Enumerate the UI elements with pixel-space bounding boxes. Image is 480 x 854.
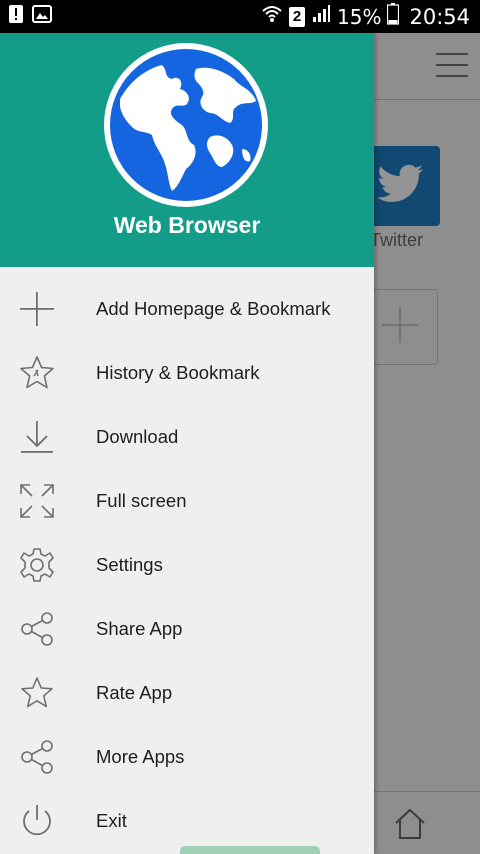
menu-item-label: Share App: [96, 618, 183, 639]
status-bar-right: 2 15% 20:54: [261, 3, 470, 30]
image-icon: [32, 5, 52, 28]
menu-item-history-bookmark[interactable]: History & Bookmark: [0, 341, 374, 405]
gear-icon: [18, 546, 56, 584]
menu-item-download[interactable]: Download: [0, 405, 374, 469]
share-icon: [18, 738, 56, 776]
menu-item-label: Full screen: [96, 490, 187, 511]
menu-item-more-apps[interactable]: More Apps: [0, 725, 374, 789]
battery-percent: 15%: [337, 4, 382, 29]
share-icon: [18, 610, 56, 648]
drawer-header: Web Browser: [0, 33, 374, 267]
download-icon: [18, 418, 56, 456]
star-history-icon: [18, 354, 56, 392]
clock: 20:54: [409, 4, 470, 29]
menu-item-label: Add Homepage & Bookmark: [96, 298, 331, 319]
signal-icon: [311, 4, 331, 29]
globe-logo-icon: [102, 41, 270, 209]
battery-icon: [387, 3, 400, 30]
menu-item-label: Exit: [96, 810, 127, 831]
sim-slot-badge: 2: [289, 6, 306, 27]
menu-item-add-homepage-bookmark[interactable]: Add Homepage & Bookmark: [0, 277, 374, 341]
power-icon: [18, 802, 56, 840]
menu-item-label: Download: [96, 426, 179, 447]
menu-item-exit[interactable]: Exit: [0, 789, 374, 853]
navigation-drawer: Web Browser Add Homepage & Bookmark Hist…: [0, 33, 374, 854]
fullscreen-icon: [18, 482, 56, 520]
alert-icon: [8, 4, 24, 29]
menu-item-label: More Apps: [96, 746, 185, 767]
app-name: Web Browser: [113, 212, 261, 238]
menu-item-share-app[interactable]: Share App: [0, 597, 374, 661]
menu-item-settings[interactable]: Settings: [0, 533, 374, 597]
menu-item-label: History & Bookmark: [96, 362, 260, 383]
wifi-icon: [261, 3, 283, 30]
drawer-menu: Add Homepage & Bookmark History & Bookma…: [0, 267, 374, 853]
menu-item-label: Settings: [96, 554, 163, 575]
menu-item-label: Rate App: [96, 682, 173, 703]
star-icon: [18, 674, 56, 712]
status-bar-left: [8, 4, 52, 29]
bottom-handle: [180, 846, 320, 854]
status-bar: 2 15% 20:54: [0, 0, 480, 33]
menu-item-rate-app[interactable]: Rate App: [0, 661, 374, 725]
plus-icon: [18, 290, 56, 328]
menu-item-full-screen[interactable]: Full screen: [0, 469, 374, 533]
